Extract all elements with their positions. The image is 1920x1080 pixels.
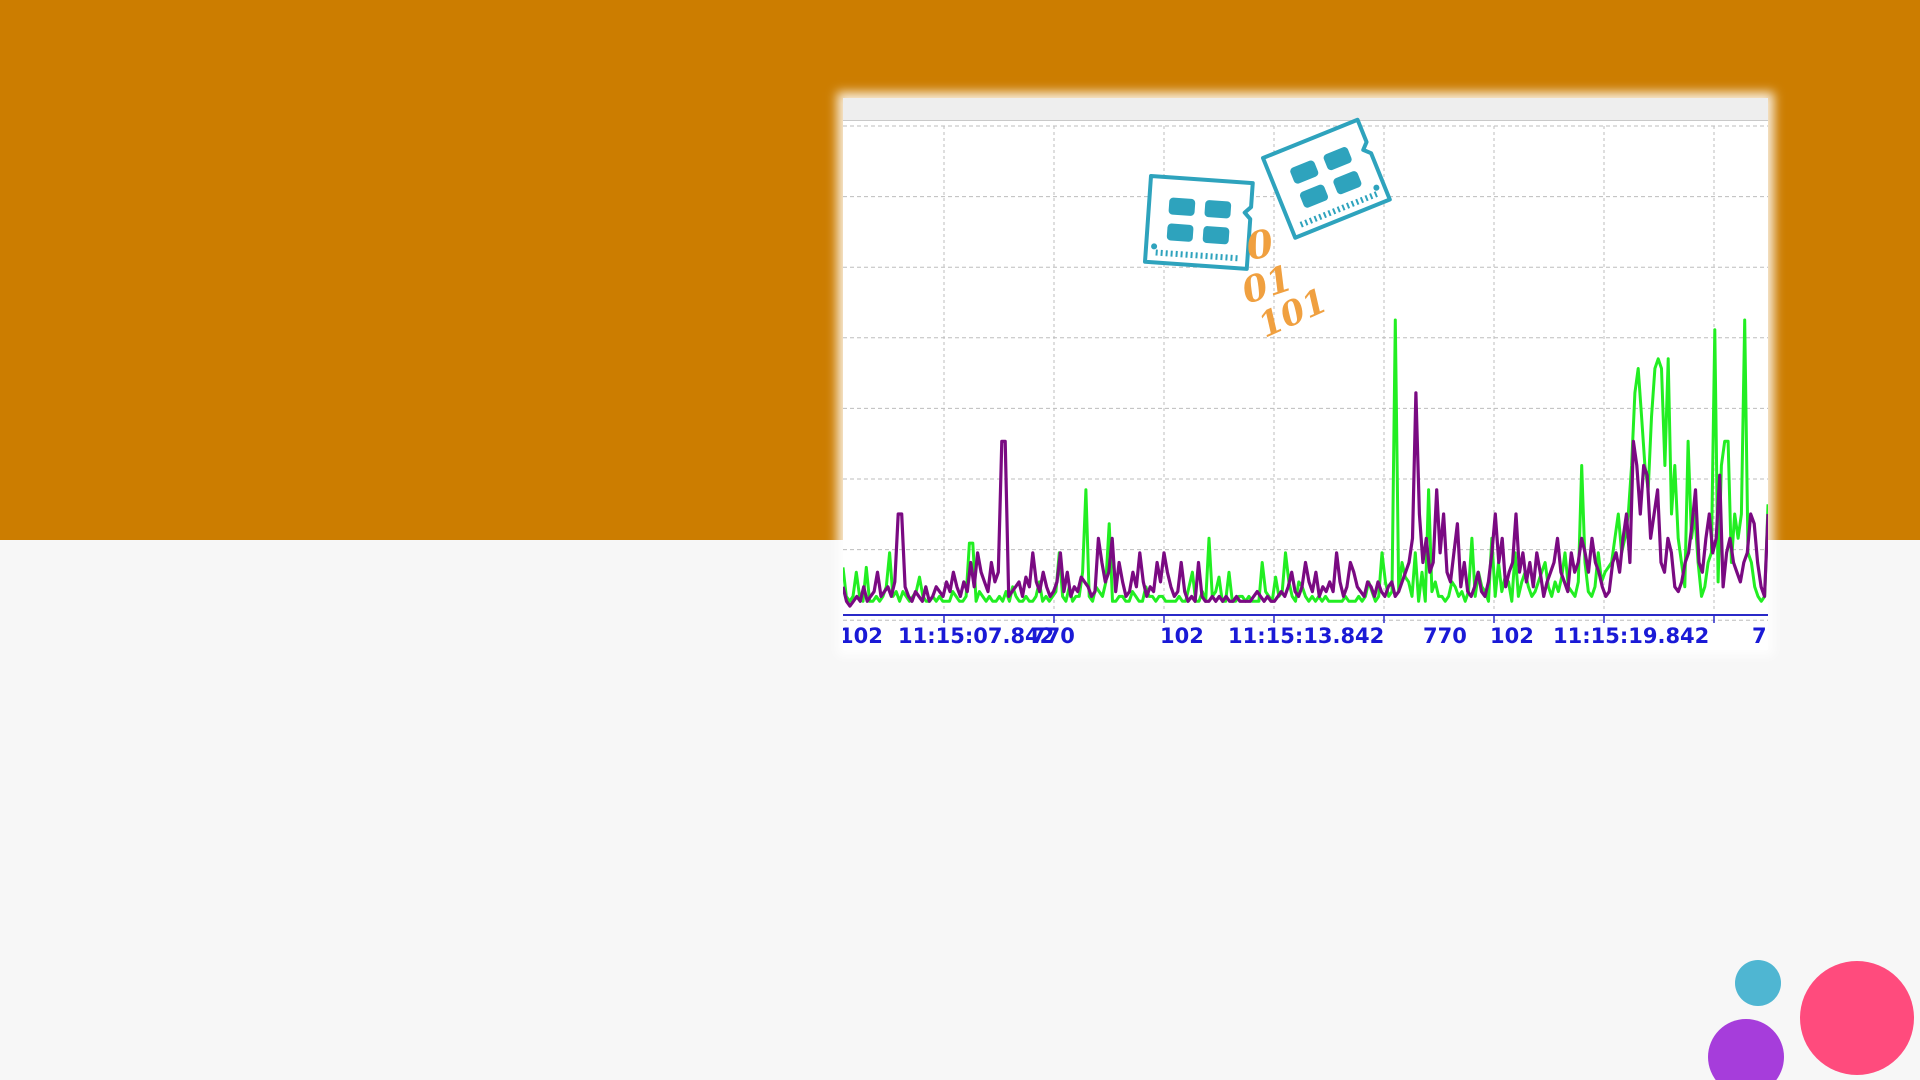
teal-circle — [1735, 960, 1781, 1006]
line-chart: 102 11:15:07.842770 102 11:15:13.842 770 102 1… — [843, 117, 1768, 648]
x-tick-label: 11:15:19.842 — [1553, 624, 1709, 648]
chart-series-layer — [843, 318, 1768, 608]
x-tick-label: 770 — [1423, 624, 1467, 648]
x-tick-label: 11:15:13.842 — [1228, 624, 1384, 648]
binary-digits-icon: 0 01 101 — [1237, 220, 1334, 346]
pink-circle — [1800, 961, 1914, 1075]
purple-circle — [1708, 1019, 1784, 1080]
chart-screenshot-card: 102 11:15:07.842 770 102 11:15:13.842 770 102 1… — [843, 98, 1768, 650]
x-tick-label: 7 — [1752, 624, 1767, 648]
x-axis-tick-labels: 102 11:15:07.842770 102 11:15:13.842 770 102 1… — [843, 624, 1767, 648]
x-axis — [843, 614, 1768, 623]
x-tick-label: 770 — [1031, 624, 1075, 648]
x-tick-label: 102 — [843, 624, 883, 648]
x-tick-label: 102 — [1160, 624, 1204, 648]
x-tick-label: 102 — [1490, 624, 1534, 648]
